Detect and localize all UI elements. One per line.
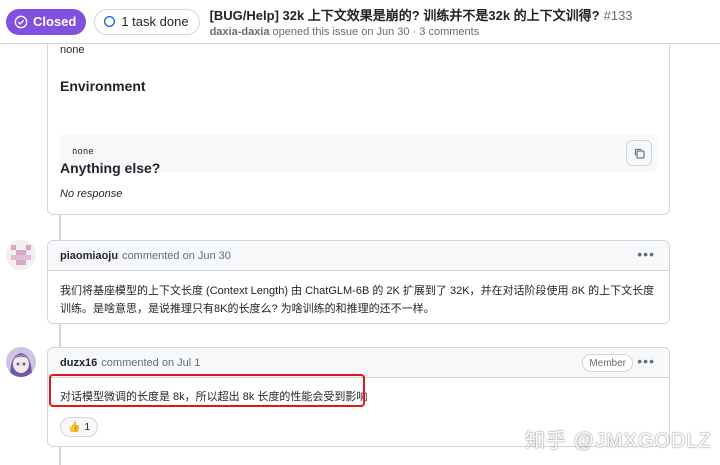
comment-header: piaomiaoju commented on Jun 30 ••• (48, 241, 669, 271)
kebab-menu-icon[interactable]: ••• (637, 247, 655, 261)
issue-body: none Environment none Anything else? No … (47, 30, 670, 215)
issue-meta-text: opened this issue on Jun 30 · 3 comments (272, 26, 480, 38)
anything-else-heading: Anything else? (60, 160, 161, 176)
issue-author-link[interactable]: daxia-daxia (210, 26, 270, 38)
thumbs-up-icon: 👍 (68, 421, 81, 433)
red-highlight-annotation (49, 374, 365, 407)
avatar-duzx16[interactable] (6, 347, 36, 377)
anything-else-text: No response (60, 188, 123, 200)
comment-author-link[interactable]: piaomiaoju (60, 250, 118, 262)
comment-body: 我们将基座模型的上下文长度 (Context Length) 由 ChatGLM… (60, 285, 655, 315)
tasks-done-badge[interactable]: 1 task done (94, 8, 200, 35)
issue-number: #133 (603, 8, 633, 23)
zhihu-watermark: 知乎 @JMXGODLZ (525, 430, 712, 452)
copy-icon (634, 148, 645, 159)
thumbs-up-reaction[interactable]: 👍 1 (60, 417, 99, 437)
environment-heading: Environment (60, 78, 146, 94)
member-badge: Member (582, 354, 633, 372)
issue-meta: daxia-daxia opened this issue on Jun 30 … (210, 26, 633, 38)
state-label: Closed (33, 14, 77, 29)
closed-state-badge: Closed (6, 8, 87, 35)
task-circle-icon (104, 15, 116, 28)
comment-meta[interactable]: commented on Jul 1 (101, 357, 200, 369)
tasks-label: 1 task done (121, 14, 189, 29)
issue-title: [BUG/Help] 32k 上下文效果是崩的? 训练并不是32k 的上下文训得… (210, 5, 633, 24)
reaction-count: 1 (84, 421, 91, 433)
comment-meta[interactable]: commented on Jun 30 (122, 250, 231, 262)
issue-title-text: [BUG/Help] 32k 上下文效果是崩的? 训练并不是32k 的上下文训得… (209, 8, 600, 23)
avatar-piaomiaoju[interactable] (6, 240, 36, 270)
comment-author-link[interactable]: duzx16 (60, 357, 97, 369)
kebab-menu-icon[interactable]: ••• (637, 354, 655, 368)
environment-code: none (72, 147, 94, 157)
comment-piaomiaoju: piaomiaoju commented on Jun 30 ••• 我们将基座… (47, 240, 670, 324)
check-circle-icon (14, 15, 28, 28)
body-top-text: none (60, 44, 85, 56)
copy-button[interactable] (626, 140, 652, 166)
header-text: [BUG/Help] 32k 上下文效果是崩的? 训练并不是32k 的上下文训得… (210, 5, 633, 38)
sticky-issue-header: Closed 1 task done [BUG/Help] 32k 上下文效果是… (0, 0, 720, 44)
